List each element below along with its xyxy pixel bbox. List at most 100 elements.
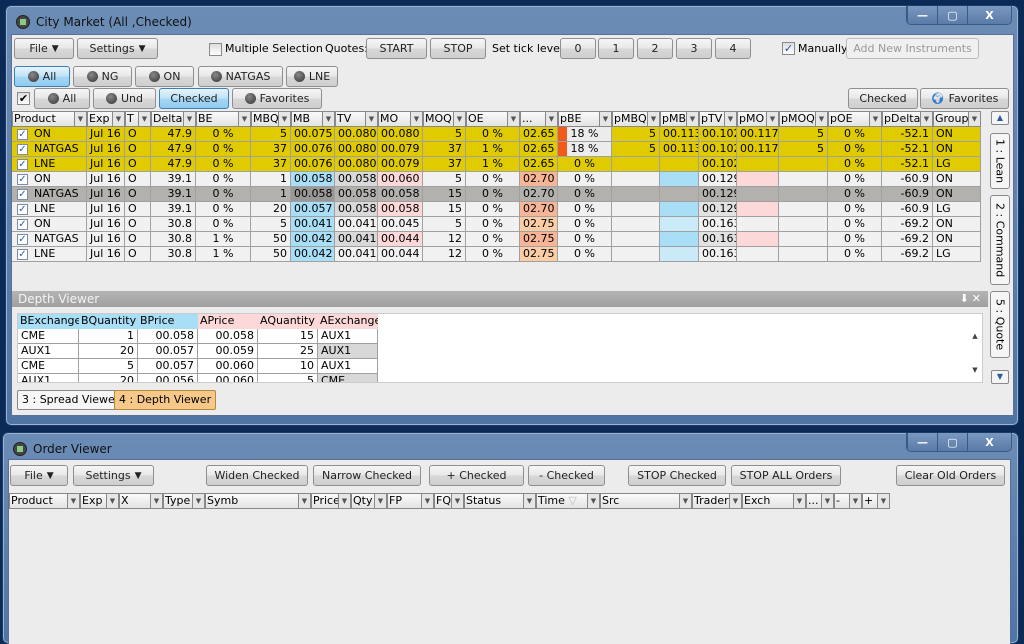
checked-button[interactable]: + Checked xyxy=(429,465,524,486)
column-filter-dropdown-icon[interactable]: ▼ xyxy=(67,494,79,508)
checked-button[interactable]: - Checked xyxy=(528,465,605,486)
column-filter-dropdown-icon[interactable]: ▼ xyxy=(451,494,463,508)
column-filter-dropdown-icon[interactable]: ▼ xyxy=(507,112,519,126)
column-header-delta[interactable]: Delta ▼ xyxy=(151,111,196,127)
row-checkbox[interactable]: ✓ xyxy=(17,188,28,200)
column-header-oe[interactable]: OE ▼ xyxy=(466,111,520,127)
table-row[interactable]: ✓ ON Jul 16 O 47.9 0 % 5 00.075 00.080 00.080 5 0 %… xyxy=(12,127,984,142)
column-filter-dropdown-icon[interactable]: ▼ xyxy=(686,112,698,126)
column-filter-dropdown-icon[interactable]: ▼ xyxy=(729,494,741,508)
scroll-down-button[interactable]: ▼ xyxy=(991,370,1009,384)
order-column-time[interactable]: Time ▽ ▼ xyxy=(536,493,600,509)
add-new-instruments-button[interactable]: Add New Instruments xyxy=(846,38,979,59)
select-all-checkbox[interactable]: ✔ xyxy=(17,92,30,105)
multiple-selection-checkbox[interactable] xyxy=(209,43,222,56)
order-column-x[interactable]: X ▼ xyxy=(119,493,163,509)
depth-header-aprice[interactable]: APrice xyxy=(198,314,258,329)
row-checkbox[interactable]: ✓ xyxy=(17,218,28,230)
column-filter-dropdown-icon[interactable]: ▼ xyxy=(74,112,86,126)
depth-header-aexchange[interactable]: AExchange xyxy=(318,314,378,329)
minimize-button[interactable]: — xyxy=(907,433,937,451)
column-header-tv[interactable]: TV ▼ xyxy=(335,111,378,127)
group-filter-natgas[interactable]: NATGAS xyxy=(198,66,283,87)
column-filter-dropdown-icon[interactable]: ▼ xyxy=(793,494,805,508)
column-filter-dropdown-icon[interactable]: ▼ xyxy=(766,112,778,126)
group-filter-ng[interactable]: NG xyxy=(73,66,132,87)
row-checkbox[interactable]: ✓ xyxy=(17,143,28,155)
column-filter-dropdown-icon[interactable]: ▼ xyxy=(599,112,611,126)
column-filter-dropdown-icon[interactable]: ▼ xyxy=(523,494,535,508)
start-quotes-button[interactable]: START xyxy=(366,38,427,59)
depth-row[interactable]: CME 1 00.058 00.058 15 AUX1 xyxy=(18,329,982,344)
pin-icon[interactable]: ⬇ xyxy=(960,292,972,305)
column-header-moq[interactable]: MOQ ▼ xyxy=(423,111,466,127)
order-column-src[interactable]: Src ▼ xyxy=(600,493,692,509)
order-settings-menu-button[interactable]: Settings ▼ xyxy=(73,465,154,486)
column-filter-dropdown-icon[interactable]: ▼ xyxy=(815,112,827,126)
column-filter-dropdown-icon[interactable]: ▼ xyxy=(183,112,195,126)
row-checkbox[interactable]: ✓ xyxy=(17,158,28,170)
manually-checkbox[interactable]: ✓ xyxy=(782,42,795,55)
column-filter-dropdown-icon[interactable]: ▼ xyxy=(374,494,386,508)
depth-header-bprice[interactable]: BPrice xyxy=(138,314,198,329)
order-column-product[interactable]: Product ▼ xyxy=(9,493,80,509)
close-panel-icon[interactable]: ✕ xyxy=(972,292,984,305)
widen-checked-button[interactable]: Widen Checked xyxy=(206,465,308,486)
column-filter-dropdown-icon[interactable]: ▼ xyxy=(968,112,980,126)
column-filter-dropdown-icon[interactable]: ▼ xyxy=(679,494,691,508)
row-checkbox[interactable]: ✓ xyxy=(17,128,28,140)
order-column-symb[interactable]: Symb ▼ xyxy=(205,493,311,509)
side-tab-quote[interactable]: 5 : Quote xyxy=(990,291,1010,358)
column-filter-dropdown-icon[interactable]: ▼ xyxy=(410,112,422,126)
stop-all-orders-button[interactable]: STOP ALL Orders xyxy=(731,465,841,486)
order-column-qty[interactable]: Qty ▼ xyxy=(351,493,387,509)
column-header-mo[interactable]: MO ▼ xyxy=(378,111,423,127)
order-column-dots[interactable]: ... ▼ xyxy=(806,493,834,509)
group-filter-on[interactable]: ON xyxy=(135,66,194,87)
depth-row[interactable]: AUX1 20 00.057 00.059 25 AUX1 xyxy=(18,344,982,359)
column-header-product[interactable]: Product ▼ xyxy=(12,111,87,127)
view-filter-und[interactable]: Und xyxy=(93,88,156,109)
column-header-pmb[interactable]: pMB ▼ xyxy=(660,111,699,127)
column-filter-dropdown-icon[interactable]: ▼ xyxy=(724,112,736,126)
order-column-status[interactable]: Status ▼ xyxy=(464,493,536,509)
column-filter-dropdown-icon[interactable]: ▼ xyxy=(647,112,659,126)
depth-header-bexchange[interactable]: BExchange xyxy=(18,314,79,329)
column-filter-dropdown-icon[interactable]: ▼ xyxy=(545,112,557,126)
tick-level-3-button[interactable]: 3 xyxy=(676,38,712,59)
view-filter-checked[interactable]: Checked xyxy=(159,88,229,109)
table-row[interactable]: ✓ NATGAS Jul 16 O 30.8 1 % 50 00.042 00.041 00.04… xyxy=(12,232,984,247)
column-filter-dropdown-icon[interactable]: ▼ xyxy=(150,494,162,508)
order-column-trader[interactable]: Trader ▼ xyxy=(692,493,742,509)
column-header-pbe[interactable]: pBE ▼ xyxy=(558,111,612,127)
column-header-dotsdotsdots[interactable]: ... ▼ xyxy=(520,111,558,127)
column-filter-dropdown-icon[interactable]: ▼ xyxy=(338,494,350,508)
side-tab-lean[interactable]: 1 : Lean xyxy=(990,133,1010,189)
column-header-be[interactable]: BE ▼ xyxy=(196,111,251,127)
tick-level-1-button[interactable]: 1 xyxy=(598,38,634,59)
order-column-exp[interactable]: Exp ▼ xyxy=(80,493,119,509)
column-filter-dropdown-icon[interactable]: ▼ xyxy=(322,112,334,126)
table-row[interactable]: ✓ NATGAS Jul 16 O 39.1 0 % 1 00.058 00.058 00.058… xyxy=(12,187,984,202)
table-row[interactable]: ✓ ON Jul 16 O 30.8 0 % 5 00.041 00.041 00.045 5 0 %… xyxy=(12,217,984,232)
column-filter-dropdown-icon[interactable]: ▼ xyxy=(421,494,433,508)
stop-quotes-button[interactable]: STOP xyxy=(430,38,486,59)
column-filter-dropdown-icon[interactable]: ▼ xyxy=(365,112,377,126)
maximize-button[interactable]: ▢ xyxy=(937,433,967,451)
tick-level-2-button[interactable]: 2 xyxy=(637,38,673,59)
group-filter-all[interactable]: All xyxy=(14,66,70,87)
side-tab-command[interactable]: 2 : Command xyxy=(990,195,1010,285)
column-filter-dropdown-icon[interactable]: ▼ xyxy=(278,112,290,126)
tick-level-0-button[interactable]: 0 xyxy=(560,38,596,59)
column-header-pmo[interactable]: pMO ▼ xyxy=(737,111,779,127)
column-filter-dropdown-icon[interactable]: ▼ xyxy=(877,494,889,508)
order-column-minus[interactable]: - ▼ xyxy=(834,493,862,509)
table-row[interactable]: ✓ ON Jul 16 O 39.1 0 % 1 00.058 00.058 00.060 5 0 %… xyxy=(12,172,984,187)
file-menu-button[interactable]: File ▼ xyxy=(14,38,74,59)
table-row[interactable]: ✓ NATGAS Jul 16 O 47.9 0 % 37 00.076 00.080 00.07… xyxy=(12,142,984,157)
column-filter-dropdown-icon[interactable]: ▼ xyxy=(138,112,150,126)
group-filter-lne[interactable]: LNE xyxy=(286,66,338,87)
table-row[interactable]: ✓ LNE Jul 16 O 30.8 1 % 50 00.042 00.041 00.044 12… xyxy=(12,247,984,262)
depth-scrollbar[interactable]: ▲ ▼ xyxy=(968,314,982,382)
depth-header-bquantity[interactable]: BQuantity xyxy=(79,314,138,329)
